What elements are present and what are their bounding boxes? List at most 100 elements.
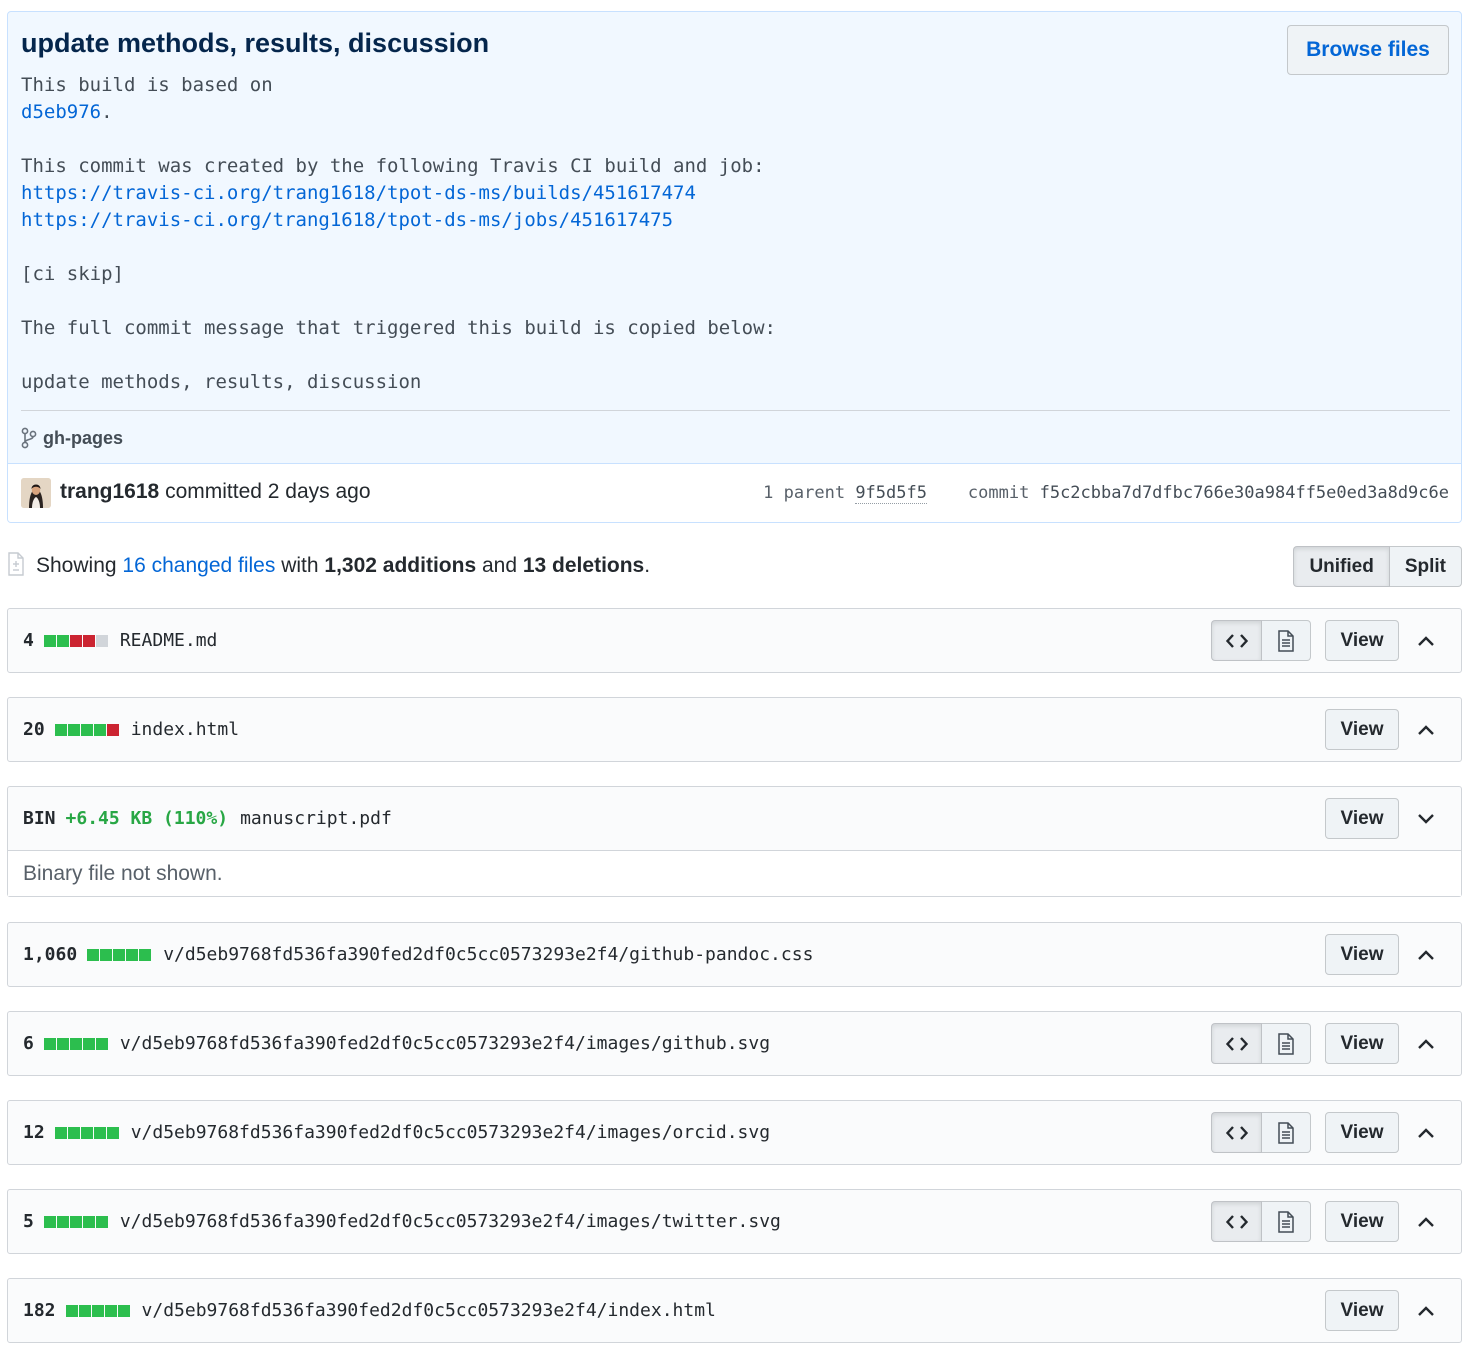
author-name[interactable]: trang1618	[60, 480, 159, 503]
code-icon	[1225, 1214, 1248, 1229]
file-name[interactable]: v/d5eb9768fd536fa390fed2df0c5cc0573293e2…	[120, 1211, 781, 1232]
collapse-chevron-up-icon[interactable]	[1413, 1300, 1439, 1322]
code-icon	[1225, 633, 1248, 648]
source-view-button[interactable]	[1211, 1112, 1262, 1153]
diffstat-block-added	[82, 1215, 95, 1228]
diffstat: 1,060 v/d5eb9768fd536fa390fed2df0c5cc0573…	[23, 923, 813, 986]
source-view-button[interactable]	[1211, 620, 1262, 661]
changed-files-link[interactable]: 16 changed files	[122, 554, 275, 577]
branch-name[interactable]: gh-pages	[43, 428, 123, 449]
diffstat-block-added	[56, 634, 69, 647]
commit-desc-line: update methods, results, discussion	[21, 371, 422, 393]
file-diff: 12 v/d5eb9768fd536fa390fed2df0c5cc0573293…	[7, 1100, 1462, 1165]
commit-description: This build is based on d5eb976. This com…	[21, 72, 1021, 396]
collapse-chevron-up-icon[interactable]	[1413, 1033, 1439, 1055]
view-file-button[interactable]: View	[1325, 798, 1399, 839]
commit-meta: trang1618 committed 2 days ago 1 parent …	[8, 463, 1461, 522]
view-file-button[interactable]: View	[1325, 620, 1399, 661]
rich-view-button[interactable]	[1262, 1023, 1311, 1064]
author-line: trang1618 committed 2 days ago	[60, 480, 371, 504]
commit-box: update methods, results, discussion Brow…	[7, 11, 1462, 523]
file-header: 20 index.html View	[8, 698, 1461, 761]
diffstat-bar	[87, 948, 152, 961]
collapse-chevron-up-icon[interactable]	[1413, 630, 1439, 652]
view-file-button[interactable]: View	[1325, 1290, 1399, 1331]
rich-view-button[interactable]	[1262, 1112, 1311, 1153]
file-header: 1,060 v/d5eb9768fd536fa390fed2df0c5cc0573…	[8, 923, 1461, 986]
binary-size-change: +6.45 KB (110%)	[65, 808, 229, 829]
diffstat-block-added	[95, 1037, 108, 1050]
view-file-button[interactable]: View	[1325, 1023, 1399, 1064]
parent-sha-link[interactable]: 9f5d5f5	[855, 483, 927, 504]
view-file-button[interactable]: View	[1325, 709, 1399, 750]
file-name[interactable]: README.md	[120, 630, 218, 651]
diffstat-block-added	[139, 948, 152, 961]
collapse-chevron-up-icon[interactable]	[1413, 719, 1439, 741]
commit-desc-line	[21, 342, 1021, 369]
collapse-chevron-up-icon[interactable]	[1413, 944, 1439, 966]
commit-desc-line	[21, 234, 1021, 261]
diffstat-count: 1,060	[23, 944, 78, 965]
file-name[interactable]: v/d5eb9768fd536fa390fed2df0c5cc0573293e2…	[142, 1300, 716, 1321]
file-icon	[1278, 1121, 1294, 1144]
expand-chevron-down-icon[interactable]	[1413, 808, 1439, 830]
source-view-button[interactable]	[1211, 1023, 1262, 1064]
browse-files-button[interactable]: Browse files	[1287, 25, 1449, 75]
diffstat-block-added	[113, 948, 126, 961]
diffstat: 6 v/d5eb9768fd536fa390fed2df0c5cc0573293e…	[23, 1012, 770, 1075]
job-url-link[interactable]: https://travis-ci.org/trang1618/tpot-ds-…	[21, 209, 673, 231]
diffstat-bar	[54, 723, 119, 736]
committed-time: committed 2 days ago	[165, 480, 371, 503]
diffstat-block-added	[100, 948, 113, 961]
view-file-button[interactable]: View	[1325, 934, 1399, 975]
diffstat-bar	[43, 1037, 108, 1050]
diffstat-bar	[54, 1126, 119, 1139]
diffstat-bar	[43, 1215, 108, 1228]
binary-file-notice: Binary file not shown.	[8, 850, 1461, 896]
diffstat-count: 12	[23, 1122, 45, 1143]
diffstat-block-added	[67, 1126, 80, 1139]
build-url-link[interactable]: https://travis-ci.org/trang1618/tpot-ds-…	[21, 182, 696, 204]
code-icon	[1225, 1125, 1248, 1140]
unified-button[interactable]: Unified	[1293, 546, 1390, 587]
file-name[interactable]: v/d5eb9768fd536fa390fed2df0c5cc0573293e2…	[131, 1122, 770, 1143]
parent-label: 1 parent	[763, 483, 846, 503]
collapse-chevron-up-icon[interactable]	[1413, 1211, 1439, 1233]
file-name[interactable]: manuscript.pdf	[240, 808, 392, 829]
diffstat-block-deleted	[69, 634, 82, 647]
view-file-button[interactable]: View	[1325, 1112, 1399, 1153]
file-viewer-toggle	[1211, 1112, 1311, 1153]
base-sha-link[interactable]: d5eb976	[21, 101, 101, 123]
diffstat-block-added	[93, 1126, 106, 1139]
file-diff: 20 index.html View	[7, 697, 1462, 762]
rich-view-button[interactable]	[1262, 620, 1311, 661]
split-button[interactable]: Split	[1389, 546, 1462, 587]
file-icon	[1278, 629, 1294, 652]
diff-summary: Showing 16 changed files with 1,302 addi…	[7, 546, 1462, 588]
source-view-button[interactable]	[1211, 1201, 1262, 1242]
diffstat-bar	[43, 634, 108, 647]
file-header: BIN +6.45 KB (110%) manuscript.pdf View	[8, 787, 1461, 850]
file-name[interactable]: index.html	[131, 719, 239, 740]
file-header: 6 v/d5eb9768fd536fa390fed2df0c5cc0573293e…	[8, 1012, 1461, 1075]
file-name[interactable]: v/d5eb9768fd536fa390fed2df0c5cc0573293e2…	[120, 1033, 770, 1054]
commit-label: commit	[967, 483, 1030, 503]
file-name[interactable]: v/d5eb9768fd536fa390fed2df0c5cc0573293e2…	[163, 944, 813, 965]
sha-block: 1 parent 9f5d5f5 commit f5c2cbba7d7dfbc7…	[763, 483, 1449, 504]
diffstat: 20 index.html	[23, 698, 239, 761]
view-file-button[interactable]: View	[1325, 1201, 1399, 1242]
commit-desc-line	[21, 126, 1021, 153]
collapse-chevron-up-icon[interactable]	[1413, 1122, 1439, 1144]
code-icon	[1225, 1036, 1248, 1051]
with-label: with	[281, 554, 319, 577]
avatar[interactable]	[21, 478, 51, 508]
file-icon	[1278, 1210, 1294, 1233]
diffstat-block-added	[80, 723, 93, 736]
rich-view-button[interactable]	[1262, 1201, 1311, 1242]
diffstat-count: 20	[23, 719, 45, 740]
diffstat-block-deleted	[106, 723, 119, 736]
commit-desc-line: This commit was created by the following…	[21, 155, 765, 177]
diffstat-bar	[65, 1304, 130, 1317]
file-viewer-toggle	[1211, 1023, 1311, 1064]
summary-period: .	[644, 554, 651, 577]
